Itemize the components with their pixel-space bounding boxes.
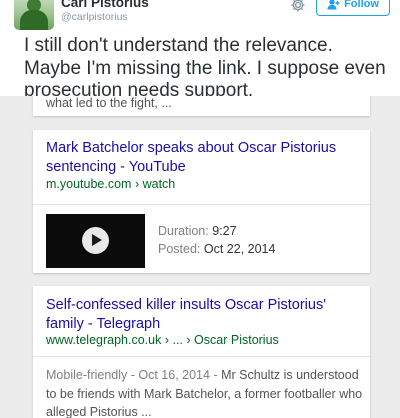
result-snippet: what led to the fight, ... xyxy=(46,96,172,110)
url-path: Oscar Pistorius xyxy=(194,333,279,347)
follow-button[interactable]: Follow xyxy=(316,0,390,16)
result-title-telegraph[interactable]: Self-confessed killer insults Oscar Pist… xyxy=(46,296,361,333)
snippet-lead: Mobile-friendly - Oct 16, 2014 - xyxy=(46,368,218,382)
add-person-icon xyxy=(327,0,340,9)
url-domain: www.telegraph.co.uk xyxy=(46,333,162,347)
play-icon[interactable] xyxy=(82,227,109,254)
url-separator: › xyxy=(186,333,191,347)
result-url-youtube[interactable]: m.youtube.com › watch xyxy=(46,177,175,191)
result-url-telegraph[interactable]: www.telegraph.co.uk › ... › Oscar Pistor… xyxy=(46,333,279,347)
result-snippet-telegraph: Mobile-friendly - Oct 16, 2014 - Mr Schu… xyxy=(46,366,364,418)
url-path: watch xyxy=(142,177,176,191)
duration-value: 9:27 xyxy=(212,224,237,238)
duration-label: Duration: xyxy=(158,224,209,238)
search-results-image: what led to the fight, ... Mark Batchelo… xyxy=(0,96,400,418)
result-title-youtube[interactable]: Mark Batchelor speaks about Oscar Pistor… xyxy=(46,139,361,176)
card-divider xyxy=(33,356,370,357)
video-duration: Duration: 9:27 xyxy=(158,224,237,238)
result-card-youtube: Mark Batchelor speaks about Oscar Pistor… xyxy=(33,130,370,273)
url-separator: › xyxy=(164,333,169,347)
tweet-text: I still don't understand the relevance. … xyxy=(24,35,386,101)
gear-icon[interactable] xyxy=(290,0,306,13)
posted-value: Oct 22, 2014 xyxy=(203,242,276,256)
video-thumbnail[interactable] xyxy=(46,214,145,268)
posted-label: Posted: xyxy=(158,242,201,256)
card-divider xyxy=(33,204,370,205)
avatar-body xyxy=(20,10,48,30)
video-posted: Posted: Oct 22, 2014 xyxy=(158,242,275,256)
result-card-telegraph: Self-confessed killer insults Oscar Pist… xyxy=(33,286,370,418)
result-card-previous: what led to the fight, ... xyxy=(33,96,370,116)
url-separator: › xyxy=(134,177,140,191)
url-domain: m.youtube.com xyxy=(46,177,132,191)
display-name[interactable]: Carl Pistorius xyxy=(61,0,149,10)
tweet-page: Carl Pistorius @carlpistorius Follow I s… xyxy=(0,0,400,418)
avatar[interactable] xyxy=(14,0,54,30)
follow-label: Follow xyxy=(344,0,379,10)
url-ellipsis: ... xyxy=(172,333,183,347)
username[interactable]: @carlpistorius xyxy=(61,11,128,23)
tweet-header: Carl Pistorius @carlpistorius Follow xyxy=(0,0,400,34)
